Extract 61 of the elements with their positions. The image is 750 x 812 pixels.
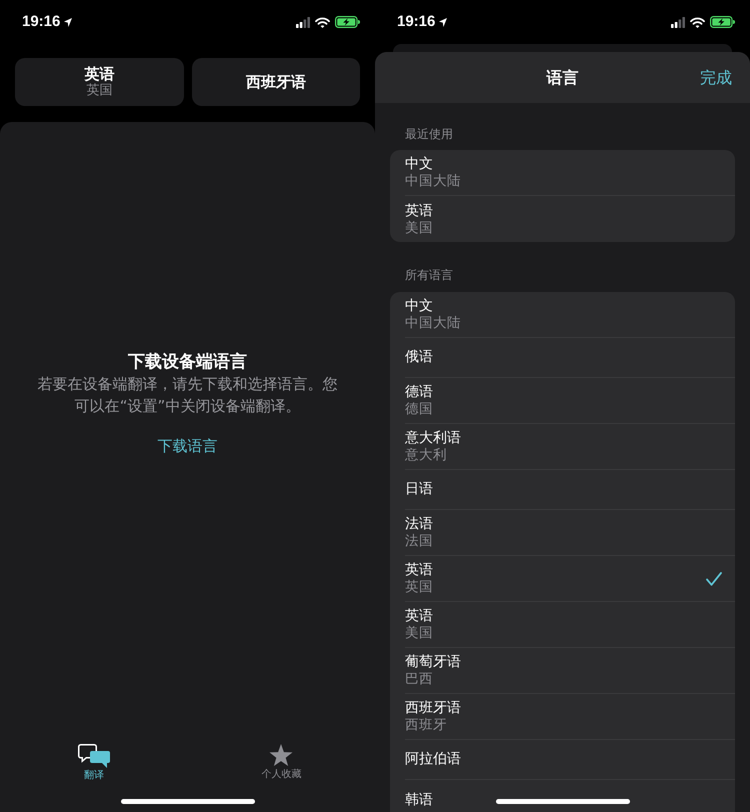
sheet-title: 语言 — [546, 68, 578, 88]
language-row[interactable]: 德语 德国 — [405, 378, 735, 424]
language-name: 中文 — [405, 156, 433, 173]
language-name: 韩语 — [405, 792, 433, 808]
language-name: 阿拉伯语 — [405, 751, 461, 768]
region-name: 美国 — [405, 220, 433, 236]
region-name: 法国 — [405, 533, 433, 549]
region-name: 巴西 — [405, 671, 433, 687]
status-time: 19:16 — [397, 13, 436, 31]
language-row[interactable]: 英语 美国 — [405, 602, 735, 648]
wifi-icon — [315, 16, 330, 28]
section-header: 最近使用 — [405, 126, 453, 142]
target-language-button[interactable]: 西班牙语 — [192, 58, 360, 106]
prompt-message: 若要在设备端翻译，请先下载和选择语言。您可以在“设置”中关闭设备端翻译。 — [36, 374, 338, 417]
language-row[interactable]: 中文 中国大陆 — [405, 150, 735, 196]
region-name: 德国 — [405, 401, 433, 417]
language-name: 英语 — [405, 608, 433, 625]
region-name: 中国大陆 — [405, 315, 461, 331]
language-row[interactable]: 法语 法国 — [405, 510, 735, 556]
battery-charging-icon — [710, 16, 735, 28]
signal-icon — [296, 16, 310, 28]
language-row[interactable]: 英语 美国 — [405, 196, 735, 242]
language-name: 英语 — [405, 562, 433, 579]
language-name: 意大利语 — [405, 430, 461, 447]
done-button[interactable]: 完成 — [700, 68, 732, 88]
language-name: 俄语 — [405, 349, 433, 366]
language-row[interactable]: 意大利语 意大利 — [405, 424, 735, 470]
status-time: 19:16 — [22, 13, 60, 31]
location-arrow-icon — [439, 18, 448, 26]
battery-charging-icon — [335, 16, 360, 28]
download-languages-link[interactable]: 下载语言 — [158, 435, 218, 457]
star-icon — [269, 744, 294, 767]
language-name: 葡萄牙语 — [405, 654, 461, 671]
region-name: 美国 — [405, 625, 433, 641]
wifi-icon — [690, 16, 705, 28]
location-arrow-icon — [64, 18, 72, 26]
language-row[interactable]: 阿拉伯语 — [405, 740, 735, 780]
language-row[interactable]: 西班牙语 西班牙 — [405, 694, 735, 740]
prompt-title: 下载设备端语言 — [128, 351, 247, 373]
language-name: 西班牙语 — [405, 700, 461, 717]
language-name: 法语 — [405, 516, 433, 533]
region-name: 意大利 — [405, 447, 447, 463]
section-header: 所有语言 — [405, 267, 453, 283]
language-row[interactable]: 葡萄牙语 巴西 — [405, 648, 735, 694]
language-row[interactable]: 俄语 — [405, 338, 735, 378]
region-name: 中国大陆 — [405, 173, 461, 189]
language-name: 英语 — [405, 202, 433, 220]
language-name: 中文 — [405, 298, 433, 315]
language-name: 德语 — [405, 384, 433, 401]
speech-bubbles-icon — [78, 744, 110, 768]
language-row[interactable]: 韩语 — [405, 780, 735, 812]
tab-bar-item[interactable]: 个人收藏 — [261, 744, 302, 782]
language-row[interactable]: 英语 英国 — [405, 556, 735, 602]
language-name: 日语 — [405, 481, 433, 498]
region-name: 西班牙 — [405, 717, 447, 733]
language-row[interactable]: 中文 中国大陆 — [405, 292, 735, 338]
source-language-button[interactable]: 英语 英国 — [15, 58, 184, 106]
signal-icon — [671, 16, 685, 28]
region-name: 英国 — [405, 579, 433, 595]
tab-bar-item[interactable]: 翻译 — [78, 744, 110, 782]
language-row[interactable]: 日语 — [405, 470, 735, 510]
